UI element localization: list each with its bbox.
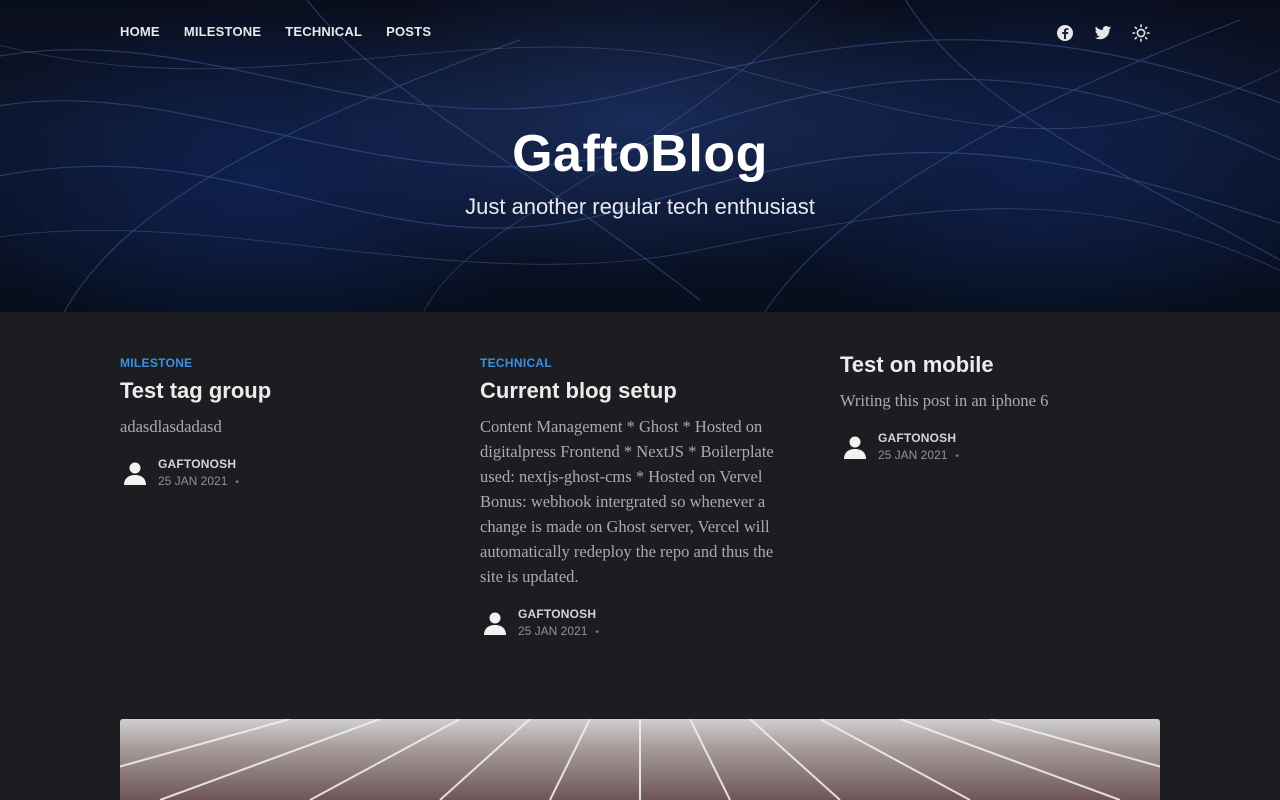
post-date: 25 JAN 2021 bbox=[518, 624, 588, 638]
running-track-image bbox=[120, 719, 1160, 800]
sun-icon[interactable] bbox=[1132, 24, 1150, 42]
post-tag[interactable]: MILESTONE bbox=[120, 356, 440, 370]
post-title[interactable]: Test tag group bbox=[120, 378, 440, 404]
post-title[interactable]: Test on mobile bbox=[840, 352, 1160, 378]
post-excerpt[interactable]: Writing this post in an iphone 6 bbox=[840, 388, 1160, 413]
nav-item-home[interactable]: HOME bbox=[120, 24, 160, 39]
nav-item-milestone[interactable]: MILESTONE bbox=[184, 24, 261, 39]
post-feed: MILESTONE Test tag group adasdlasdadasd … bbox=[120, 352, 1160, 638]
author-name[interactable]: GAFTONOSH bbox=[878, 431, 959, 445]
author-avatar-icon[interactable] bbox=[480, 608, 510, 638]
post-excerpt[interactable]: adasdlasdadasd bbox=[120, 414, 440, 439]
post-meta: GAFTONOSH 25 JAN 2021 • bbox=[120, 457, 440, 488]
author-name[interactable]: GAFTONOSH bbox=[158, 457, 239, 471]
main-nav: HOME MILESTONE TECHNICAL POSTS bbox=[120, 24, 431, 39]
post-meta: GAFTONOSH 25 JAN 2021 • bbox=[840, 431, 1160, 462]
site-header: HOME MILESTONE TECHNICAL POSTS GaftoBlog… bbox=[0, 0, 1280, 312]
post-excerpt[interactable]: Content Management * Ghost * Hosted on d… bbox=[480, 414, 800, 589]
meta-separator: • bbox=[235, 477, 239, 488]
site-title[interactable]: GaftoBlog bbox=[0, 124, 1280, 184]
post-card[interactable]: TECHNICAL Current blog setup Content Man… bbox=[480, 352, 800, 638]
featured-post-image[interactable] bbox=[120, 719, 1160, 800]
author-avatar-icon[interactable] bbox=[120, 458, 150, 488]
post-card[interactable]: Test on mobile Writing this post in an i… bbox=[840, 352, 1160, 638]
site-branding: GaftoBlog Just another regular tech enth… bbox=[0, 124, 1280, 220]
author-name[interactable]: GAFTONOSH bbox=[518, 607, 599, 621]
site-tagline: Just another regular tech enthusiast bbox=[465, 194, 815, 219]
post-date: 25 JAN 2021 bbox=[158, 474, 228, 488]
post-tag[interactable]: TECHNICAL bbox=[480, 356, 800, 370]
post-title[interactable]: Current blog setup bbox=[480, 378, 800, 404]
author-avatar-icon[interactable] bbox=[840, 432, 870, 462]
meta-separator: • bbox=[595, 627, 599, 638]
twitter-icon[interactable] bbox=[1094, 24, 1112, 42]
meta-separator: • bbox=[955, 451, 959, 462]
facebook-icon[interactable] bbox=[1056, 24, 1074, 42]
nav-item-technical[interactable]: TECHNICAL bbox=[285, 24, 362, 39]
post-card[interactable]: MILESTONE Test tag group adasdlasdadasd … bbox=[120, 352, 440, 638]
nav-item-posts[interactable]: POSTS bbox=[386, 24, 431, 39]
post-meta: GAFTONOSH 25 JAN 2021 • bbox=[480, 607, 800, 638]
social-links bbox=[1056, 24, 1150, 42]
post-date: 25 JAN 2021 bbox=[878, 448, 948, 462]
